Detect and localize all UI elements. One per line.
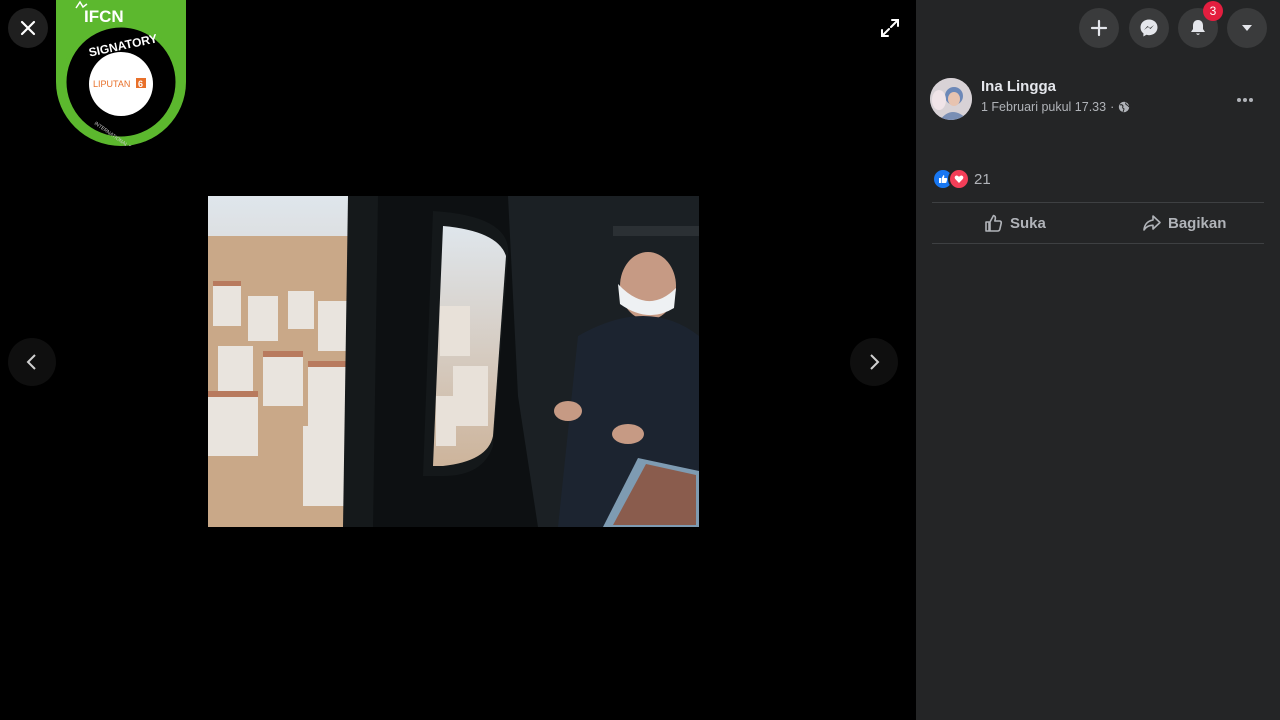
post-timestamp[interactable]: 1 Februari pukul 17.33 [981,100,1106,114]
badge-ifcn-text: IFCN [84,7,124,26]
close-icon [20,20,36,36]
messenger-button[interactable] [1129,8,1169,48]
chevron-right-icon [870,354,880,370]
share-arrow-icon [1143,215,1161,231]
messenger-icon [1140,19,1158,37]
close-button[interactable] [8,8,48,48]
chevron-left-icon [26,354,36,370]
share-button[interactable]: Bagikan [1142,206,1226,240]
reactions-summary[interactable]: 21 [932,168,991,190]
post-author[interactable]: Ina Lingga [981,78,1056,95]
divider-top [932,202,1264,203]
thumbs-up-icon [985,214,1003,232]
badge-liputan-text: LIPUTAN [93,79,130,89]
share-label: Bagikan [1168,214,1227,232]
post-options-button[interactable] [1236,86,1254,109]
previous-photo-button[interactable] [8,338,56,386]
post-photo [208,196,699,527]
ifcn-signatory-badge: IFCN SIGNATORY LIPUTAN 6 INTERNATIONAL F… [56,0,186,188]
expand-icon [881,19,899,37]
like-button[interactable]: Suka [984,206,1046,240]
like-label: Suka [1010,214,1046,232]
photo-viewer: IFCN SIGNATORY LIPUTAN 6 INTERNATIONAL F… [0,0,916,720]
bell-icon [1191,20,1205,35]
globe-icon [1119,101,1130,113]
love-icon [948,168,970,190]
post-meta: 1 Februari pukul 17.33 · [981,100,1130,114]
account-menu-button[interactable] [1227,8,1267,48]
divider-bottom [932,243,1264,244]
create-button[interactable] [1079,8,1119,48]
notification-badge: 3 [1203,1,1223,21]
next-photo-button[interactable] [850,338,898,386]
reaction-count: 21 [974,170,991,188]
more-horizontal-icon [1237,98,1253,102]
fullscreen-button[interactable] [878,16,902,45]
badge-six-text: 6 [138,79,143,89]
plus-icon [1090,19,1108,37]
caret-down-icon [1242,25,1252,31]
author-avatar[interactable] [930,78,972,120]
